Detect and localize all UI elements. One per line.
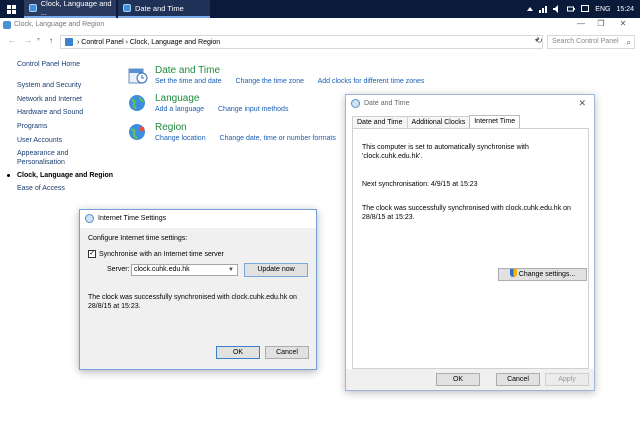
start-button[interactable] bbox=[0, 0, 22, 18]
current-item-bullet bbox=[7, 174, 10, 177]
forward-button[interactable]: → bbox=[24, 36, 32, 45]
show-hidden-icons-icon[interactable] bbox=[527, 7, 534, 11]
change-settings-label: Change settings... bbox=[518, 271, 576, 278]
search-input[interactable]: Search Control Panel ⌕ bbox=[547, 35, 635, 49]
tab-additional-clocks[interactable]: Additional Clocks bbox=[406, 116, 471, 128]
minimize-button[interactable]: — bbox=[570, 18, 592, 32]
link-add-clocks[interactable]: Add clocks for different time zones bbox=[318, 78, 425, 85]
server-label: Server: bbox=[107, 266, 130, 273]
last-sync-text: The clock was successfully synchronised … bbox=[362, 205, 571, 221]
dialog-title: Date and Time bbox=[364, 100, 410, 107]
category-title[interactable]: Date and Time bbox=[155, 65, 220, 76]
control-panel-icon bbox=[65, 38, 73, 46]
back-button[interactable]: ← bbox=[8, 36, 16, 45]
tab-internet-time[interactable]: Internet Time bbox=[469, 115, 521, 128]
date-time-icon bbox=[128, 68, 148, 84]
link-change-time-zone[interactable]: Change the time zone bbox=[236, 78, 305, 85]
link-change-input-methods[interactable]: Change input methods bbox=[218, 106, 288, 113]
clock-icon bbox=[123, 4, 131, 12]
configure-label: Configure Internet time settings: bbox=[88, 235, 188, 242]
region-globe-icon bbox=[129, 124, 145, 140]
sidebar-item-clock-language-region[interactable]: Clock, Language and Region bbox=[17, 172, 113, 179]
sidebar-item-programs[interactable]: Programs bbox=[17, 123, 47, 130]
sync-status-text: The clock was successfully synchronised … bbox=[88, 294, 297, 310]
sync-checkbox[interactable]: ✓ bbox=[88, 250, 96, 258]
apply-button[interactable]: Apply bbox=[545, 373, 589, 386]
system-tray: ENG 15:24 bbox=[527, 0, 640, 18]
taskbar-item-control-panel[interactable]: Clock, Language and ... bbox=[24, 0, 116, 18]
chevron-down-icon[interactable]: ▼ bbox=[228, 265, 234, 275]
taskbar-item-date-time[interactable]: Date and Time bbox=[118, 0, 210, 18]
sidebar-item-system-security[interactable]: System and Security bbox=[17, 82, 81, 89]
internet-time-settings-dialog: Internet Time Settings Configure Interne… bbox=[79, 209, 317, 370]
action-center-icon[interactable] bbox=[581, 5, 590, 13]
server-combobox[interactable]: clock.cuhk.edu.hk ▼ bbox=[131, 264, 238, 276]
breadcrumb[interactable]: › Control Panel › Clock, Language and Re… bbox=[77, 39, 220, 46]
ok-button[interactable]: OK bbox=[216, 346, 260, 359]
taskbar-item-label: Clock, Language and ... bbox=[40, 0, 112, 17]
sidebar-item-appearance[interactable]: Appearance and bbox=[17, 150, 68, 157]
category-title[interactable]: Region bbox=[155, 122, 187, 133]
tab-date-and-time[interactable]: Date and Time bbox=[352, 116, 408, 128]
category-title[interactable]: Language bbox=[155, 93, 200, 104]
link-change-location[interactable]: Change location bbox=[155, 135, 206, 142]
taskbar: Clock, Language and ... Date and Time EN… bbox=[0, 0, 640, 18]
control-panel-icon bbox=[29, 4, 37, 12]
close-button[interactable]: ✕ bbox=[612, 18, 634, 32]
sidebar-item-hardware[interactable]: Hardware and Sound bbox=[17, 109, 83, 116]
recent-locations-icon[interactable]: ▾ bbox=[37, 36, 40, 43]
sidebar-item-user-accounts[interactable]: User Accounts bbox=[17, 137, 62, 144]
update-now-button[interactable]: Update now bbox=[244, 263, 308, 277]
link-change-formats[interactable]: Change date, time or number formats bbox=[220, 135, 336, 142]
dialog-title: Internet Time Settings bbox=[98, 215, 167, 222]
battery-icon[interactable] bbox=[567, 5, 576, 13]
volume-icon[interactable] bbox=[553, 5, 561, 13]
language-globe-icon bbox=[129, 95, 145, 111]
sidebar-item-ease-of-access[interactable]: Ease of Access bbox=[17, 185, 65, 192]
link-set-time-date[interactable]: Set the time and date bbox=[155, 78, 222, 85]
server-value: clock.cuhk.edu.hk bbox=[134, 266, 190, 273]
search-icon: ⌕ bbox=[626, 38, 631, 47]
category-date-time: Date and Time Set the time and date Chan… bbox=[128, 65, 448, 89]
windows-logo-icon bbox=[6, 4, 16, 14]
date-time-dialog: Date and Time ✕ Date and Time Additional… bbox=[345, 94, 595, 391]
dialog-body: Configure Internet time settings: ✓ Sync… bbox=[80, 228, 316, 369]
search-placeholder: Search Control Panel bbox=[552, 38, 619, 45]
clock-icon bbox=[351, 99, 360, 108]
clock-icon bbox=[85, 214, 94, 223]
maximize-button[interactable]: ❐ bbox=[590, 18, 612, 32]
address-field[interactable]: › Control Panel › Clock, Language and Re… bbox=[60, 35, 543, 49]
sync-checkbox-label[interactable]: Synchronise with an Internet time server bbox=[99, 251, 224, 258]
sidebar-item-network[interactable]: Network and Internet bbox=[17, 96, 82, 103]
next-sync-text: Next synchronisation: 4/9/15 at 15:23 bbox=[362, 181, 478, 188]
cancel-button[interactable]: Cancel bbox=[496, 373, 540, 386]
uac-shield-icon bbox=[509, 269, 517, 277]
auto-sync-text: This computer is set to automatically sy… bbox=[362, 144, 529, 160]
sidebar-item-appearance-line2[interactable]: Personalisation bbox=[17, 159, 65, 166]
change-settings-button[interactable]: Change settings... bbox=[498, 268, 587, 281]
clock-time[interactable]: 15:24 bbox=[616, 6, 634, 13]
address-bar: ← → ▾ ↑ › Control Panel › Clock, Languag… bbox=[0, 34, 640, 50]
up-button[interactable]: ↑ bbox=[49, 36, 53, 45]
link-add-language[interactable]: Add a language bbox=[155, 106, 204, 113]
ok-button[interactable]: OK bbox=[436, 373, 480, 386]
refresh-icon[interactable]: ↻ bbox=[536, 36, 543, 45]
control-panel-icon bbox=[3, 21, 11, 29]
window-titlebar: Clock, Language and Region — ❐ ✕ bbox=[0, 18, 640, 32]
window-title: Clock, Language and Region bbox=[14, 21, 105, 28]
sidebar-item-control-panel-home[interactable]: Control Panel Home bbox=[17, 61, 80, 68]
cancel-button[interactable]: Cancel bbox=[265, 346, 309, 359]
network-icon[interactable] bbox=[539, 5, 548, 13]
input-language[interactable]: ENG bbox=[595, 6, 610, 13]
close-icon[interactable]: ✕ bbox=[578, 98, 586, 109]
internet-time-panel: This computer is set to automatically sy… bbox=[352, 128, 589, 369]
taskbar-item-label: Date and Time bbox=[135, 3, 184, 13]
